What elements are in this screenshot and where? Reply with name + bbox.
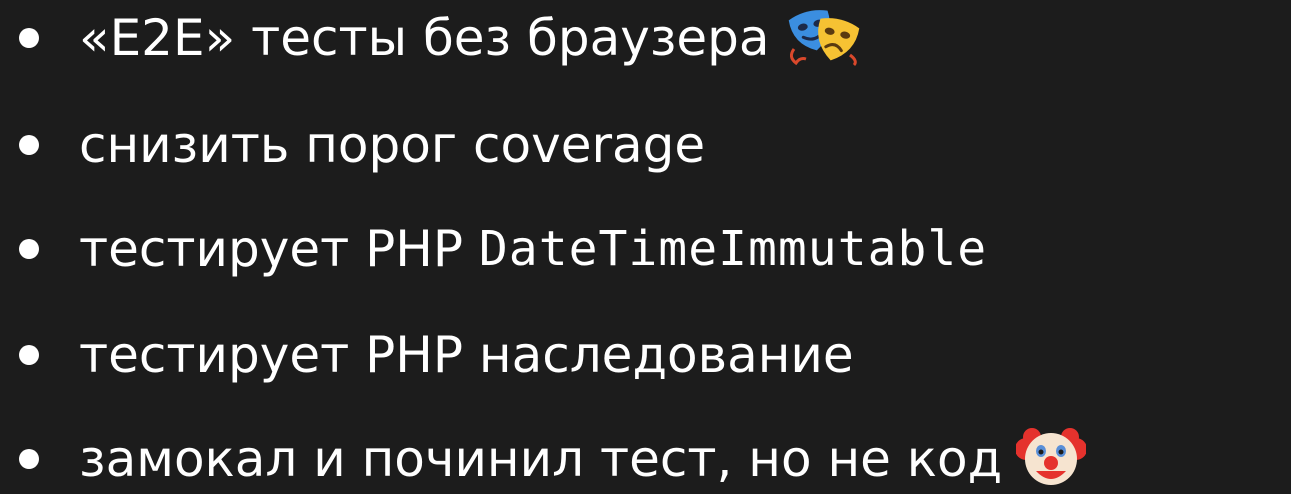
bullet-text: тестирует PHP xyxy=(79,220,479,278)
list-item: тестирует PHP наследование xyxy=(0,320,854,390)
list-item: «E2E» тесты без браузера xyxy=(0,3,862,73)
bullet-text: тестирует PHP наследование xyxy=(79,326,854,384)
list-item: снизить порог coverage xyxy=(0,110,705,180)
bullet-dot xyxy=(19,345,39,365)
slide: «E2E» тесты без браузера снизить порог c… xyxy=(0,0,1291,494)
bullet-text: «E2E» тесты без браузера xyxy=(79,9,770,67)
clown-face-icon xyxy=(1015,425,1088,493)
bullet-text: снизить порог coverage xyxy=(79,116,706,174)
bullet-dot xyxy=(19,135,39,155)
list-item: тестирует PHP DateTimeImmutable xyxy=(0,214,987,284)
bullet-dot xyxy=(19,28,39,48)
list-item: замокал и починил тест, но не код xyxy=(0,424,1088,494)
bullet-text: замокал и починил тест, но не код xyxy=(79,430,1003,488)
bullet-dot xyxy=(19,449,39,469)
performing-arts-masks-icon xyxy=(784,5,862,71)
bullet-dot xyxy=(19,239,39,259)
code-snippet: DateTimeImmutable xyxy=(478,221,988,277)
